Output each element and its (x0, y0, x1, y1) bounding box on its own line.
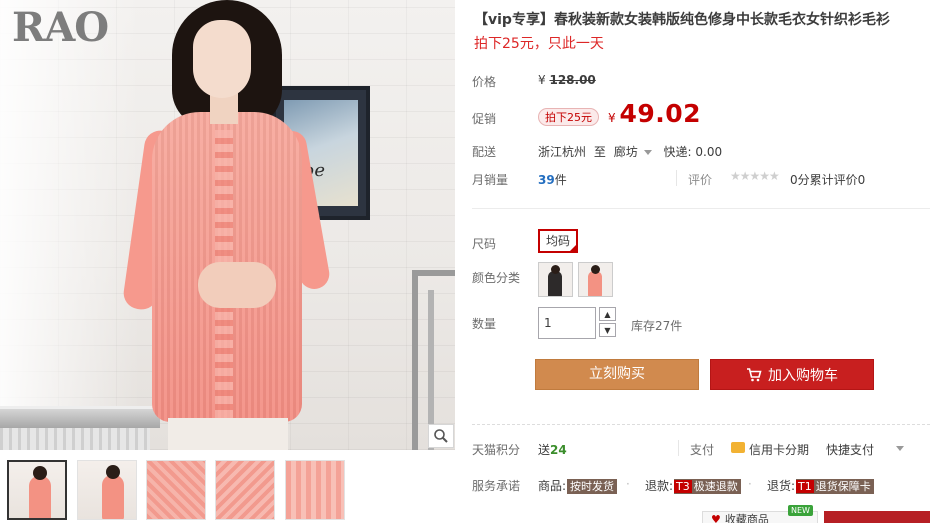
thumbnail-3[interactable] (146, 460, 206, 520)
model-legs (168, 418, 288, 450)
service-tag-text: 极速退款 (693, 480, 738, 493)
thumbnail-4[interactable] (215, 460, 275, 520)
heart-icon: ♥ (711, 513, 721, 523)
original-price-value: 128.00 (549, 73, 596, 87)
quantity-increase-button[interactable]: ▲ (599, 307, 616, 321)
credit-card-installment[interactable]: 信用卡分期 (749, 441, 809, 458)
product-title: 【vip专享】春秋装新款女装韩版纯色修身中长款毛衣女针织衫毛衫 (474, 12, 890, 28)
thumbnail-5[interactable] (285, 460, 345, 520)
selected-check-icon (568, 243, 578, 253)
service-item-return[interactable]: 退货: T1 退货保障卡 (767, 477, 874, 494)
points-info: 送24 (538, 441, 567, 458)
product-page: obe RAO (0, 0, 930, 523)
product-detail-panel: 【vip专享】春秋装新款女装韩版纯色修身中长款毛衣女针织衫毛衫 拍下25元，只此… (472, 0, 930, 523)
monthly-sales: 39件 (538, 171, 567, 188)
stock-count: 库存27件 (631, 319, 683, 333)
favorite-label: 收藏商品 (724, 513, 769, 523)
cart-icon (747, 367, 762, 381)
ship-to-word: 至 (593, 145, 606, 159)
zoom-icon[interactable] (428, 424, 454, 448)
divider (472, 208, 930, 209)
review-label: 评价 (688, 173, 713, 187)
size-option-label: 均码 (545, 234, 570, 248)
promo-badge: 拍下25元 (538, 108, 599, 126)
promo-price-value: 49.02 (619, 99, 702, 128)
service-separator: · (626, 477, 630, 491)
promo-price: ¥ 49.02 (608, 99, 701, 128)
promo-label: 促销 (472, 112, 497, 126)
service-item-shipping[interactable]: 商品: 按时发货 (538, 477, 618, 494)
ship-from: 浙江杭州 (538, 145, 587, 159)
thumbnail-1[interactable] (7, 460, 67, 520)
service-tag-text: 按时发货 (570, 480, 615, 493)
new-badge: NEW (788, 505, 813, 516)
add-to-cart-label: 加入购物车 (768, 367, 838, 384)
service-tag: 按时发货 (567, 479, 618, 494)
brand-logo: RAO (12, 4, 109, 51)
chevron-down-icon[interactable] (896, 446, 904, 451)
dashed-divider (472, 424, 930, 425)
service-tag-text: 退货保障卡 (815, 480, 871, 493)
points-value: 24 (550, 443, 567, 457)
monthly-sales-label: 月销量 (472, 173, 509, 187)
service-prefix: 商品: (538, 479, 567, 493)
shipping-label: 配送 (472, 145, 497, 159)
price-label: 价格 (472, 75, 497, 89)
quantity-input[interactable]: 1 (538, 307, 596, 339)
chevron-down-icon: ▼ (604, 325, 611, 335)
side-table (0, 406, 160, 428)
currency-symbol: ¥ (538, 73, 546, 87)
quantity-label: 数量 (472, 317, 497, 331)
review-summary[interactable]: 0分累计评价0 (790, 171, 865, 188)
service-prefix: 退款: (645, 479, 674, 493)
size-label: 尺码 (472, 237, 497, 251)
thumbnail-strip (0, 456, 460, 523)
ship-to: 廊坊 (613, 145, 638, 159)
sales-unit: 件 (554, 173, 567, 187)
service-code: T3 (674, 480, 692, 493)
rating-stars-icon: ★★★★★ (730, 169, 780, 183)
service-tag: T1 退货保障卡 (796, 479, 874, 494)
color-option-2[interactable] (578, 262, 613, 297)
thumbnail-2[interactable] (77, 460, 137, 520)
buy-now-button[interactable]: 立刻购买 (535, 359, 699, 390)
model-hands (198, 262, 276, 308)
points-label: 天猫积分 (472, 443, 521, 457)
ship-to-selector[interactable]: 廊坊 (614, 145, 660, 159)
chevron-up-icon: ▲ (604, 309, 611, 319)
credit-card-icon (731, 442, 745, 453)
original-price: ¥ 128.00 (538, 73, 596, 87)
product-subtitle: 拍下25元，只此一天 (474, 36, 604, 52)
chevron-down-icon (643, 150, 652, 155)
service-code: T1 (796, 480, 814, 493)
express-fee: 快递: 0.00 (663, 145, 723, 159)
footer-red-button[interactable] (824, 511, 930, 523)
service-tag: T3 极速退款 (674, 479, 741, 494)
size-option-selected[interactable]: 均码 (538, 229, 578, 253)
window-light (0, 0, 140, 450)
vertical-separator (676, 170, 677, 186)
payment-label: 支付 (690, 443, 715, 457)
add-to-cart-button[interactable]: 加入购物车 (710, 359, 874, 390)
shipping-info: 浙江杭州 至 廊坊 快递: 0.00 (538, 143, 722, 160)
vertical-separator (678, 440, 679, 456)
service-label: 服务承诺 (472, 479, 521, 493)
points-prefix: 送 (538, 443, 551, 457)
main-product-image[interactable]: obe RAO (0, 0, 455, 450)
color-label: 颜色分类 (472, 271, 521, 285)
quick-pay[interactable]: 快捷支付 (826, 441, 874, 458)
service-prefix: 退货: (767, 479, 796, 493)
currency-symbol: ¥ (608, 111, 616, 125)
quantity-decrease-button[interactable]: ▼ (599, 323, 616, 337)
service-separator: · (748, 477, 752, 491)
color-option-1[interactable] (538, 262, 573, 297)
sales-count: 39 (538, 173, 555, 187)
model-face (193, 20, 251, 98)
service-item-refund[interactable]: 退款: T3 极速退款 (645, 477, 741, 494)
